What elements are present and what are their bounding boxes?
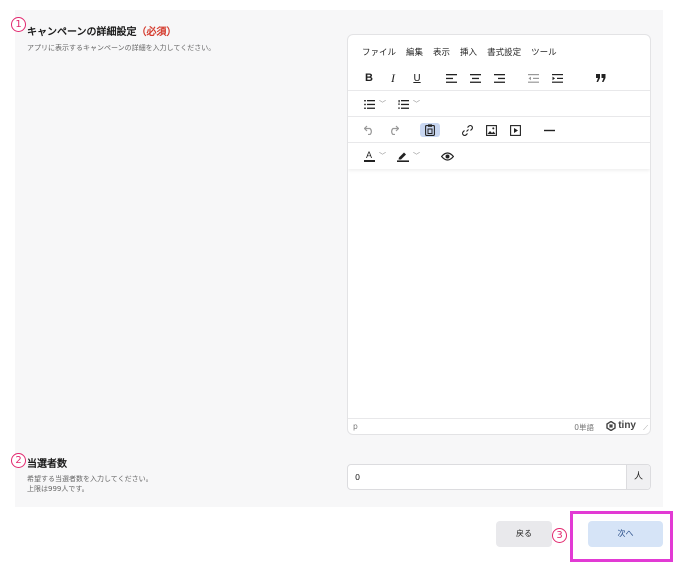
winners-help-line-1: 希望する当選者数を入力してください。	[27, 475, 153, 483]
link-icon[interactable]	[460, 123, 474, 137]
marker-2: 2	[11, 453, 26, 468]
marker-1: 1	[11, 17, 26, 32]
toolbar-row-color: A ﹀ ﹀	[348, 143, 650, 169]
winners-help-text: 希望する当選者数を入力してください。 上限は999人です。	[27, 474, 153, 494]
toolbar-row-format: B I U	[348, 65, 650, 91]
resize-handle-icon[interactable]: ⟋	[643, 424, 648, 433]
bullet-list-chevron-down-icon[interactable]: ﹀	[379, 99, 386, 109]
text-color-glyph: A	[365, 149, 372, 160]
required-label: （必須）	[136, 27, 177, 38]
align-right-icon[interactable]	[492, 71, 506, 85]
menu-view[interactable]: 表示	[433, 46, 450, 58]
image-icon[interactable]	[484, 123, 498, 137]
numbered-list-chevron-down-icon[interactable]: ﹀	[413, 99, 420, 109]
winners-section-title: 当選者数	[27, 459, 67, 470]
media-icon[interactable]	[508, 123, 522, 137]
toolbar-row-lists: ﹀ ﹀	[348, 91, 650, 117]
editor-content-area[interactable]	[348, 171, 650, 417]
preview-eye-icon[interactable]	[440, 149, 454, 163]
menu-edit[interactable]: 編集	[406, 46, 423, 58]
rich-text-editor[interactable]: ファイル 編集 表示 挿入 書式設定 ツール B I U ﹀ ﹀ A ﹀ ﹀ p…	[347, 34, 651, 435]
italic-button[interactable]: I	[386, 71, 400, 85]
paste-icon[interactable]	[420, 123, 440, 137]
detail-help-text: アプリに表示するキャンペーンの詳細を入力してください。	[27, 44, 216, 52]
text-color-icon[interactable]: A	[362, 149, 376, 163]
bullet-list-icon[interactable]	[362, 97, 376, 111]
text-color-chevron-down-icon[interactable]: ﹀	[379, 151, 386, 161]
marker-3: 3	[552, 528, 567, 543]
menu-format[interactable]: 書式設定	[487, 46, 521, 58]
align-center-icon[interactable]	[468, 71, 482, 85]
highlight-color-chevron-down-icon[interactable]: ﹀	[413, 151, 420, 161]
winners-unit-label: 人	[626, 465, 650, 489]
outdent-icon[interactable]	[526, 71, 540, 85]
winners-count-input[interactable]	[348, 465, 628, 489]
next-button-highlight	[570, 511, 673, 562]
align-left-icon[interactable]	[444, 71, 458, 85]
menu-tools[interactable]: ツール	[531, 46, 557, 58]
menu-insert[interactable]: 挿入	[460, 46, 477, 58]
tiny-brand-text: tiny	[618, 420, 636, 431]
undo-icon[interactable]	[362, 123, 376, 137]
winners-help-line-2: 上限は999人です。	[27, 485, 89, 493]
numbered-list-icon[interactable]	[396, 97, 410, 111]
horizontal-rule-icon[interactable]	[542, 123, 556, 137]
tiny-logo[interactable]: tiny	[606, 420, 636, 431]
highlight-color-icon[interactable]	[396, 149, 410, 163]
tiny-logo-icon	[606, 420, 616, 431]
element-path[interactable]: p	[353, 422, 358, 431]
detail-title-text: キャンペーンの詳細設定	[27, 27, 137, 38]
bold-button[interactable]: B	[362, 71, 376, 85]
editor-menubar: ファイル 編集 表示 挿入 書式設定 ツール	[362, 46, 557, 58]
back-button[interactable]: 戻る	[496, 521, 552, 547]
underline-button[interactable]: U	[410, 71, 424, 85]
toolbar-row-insert	[348, 117, 650, 143]
word-count[interactable]: 0単語	[574, 422, 594, 433]
winners-count-field: 人	[347, 464, 651, 490]
redo-icon[interactable]	[386, 123, 400, 137]
indent-icon[interactable]	[550, 71, 564, 85]
detail-section-title: キャンペーンの詳細設定（必須）	[27, 23, 177, 38]
menu-file[interactable]: ファイル	[362, 46, 396, 58]
blockquote-icon[interactable]	[594, 71, 608, 85]
editor-statusbar: p 0単語 tiny ⟋	[348, 418, 650, 434]
